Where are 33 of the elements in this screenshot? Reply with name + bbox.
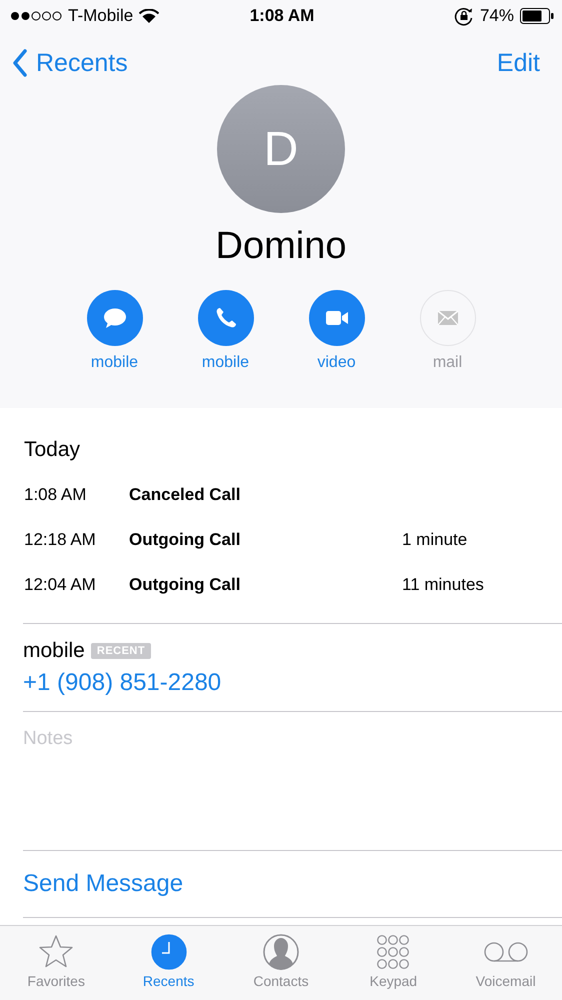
edit-button[interactable]: Edit — [496, 48, 540, 78]
avatar: D — [217, 85, 345, 213]
rotation-lock-icon — [454, 6, 474, 26]
tab[interactable]: Contacts — [230, 926, 331, 1000]
wifi-icon — [139, 8, 160, 24]
phone-label: mobile — [23, 639, 85, 663]
tab[interactable]: Recents — [118, 926, 219, 1000]
call-time: 12:04 AM — [24, 574, 97, 594]
call-time: 12:18 AM — [24, 530, 97, 550]
signal-icon — [10, 11, 62, 21]
call-type: Canceled Call — [129, 484, 242, 504]
tab[interactable]: Favorites — [6, 926, 106, 1000]
call-duration: 11 minutes — [402, 574, 484, 594]
star-icon — [38, 934, 74, 970]
call-time: 1:08 AM — [24, 484, 88, 504]
section-heading: Today — [24, 438, 82, 462]
status-time: 1:08 AM — [250, 6, 314, 26]
call-type: Outgoing Call — [129, 530, 242, 550]
call-type: Outgoing Call — [129, 574, 242, 594]
tab[interactable]: Keypad — [343, 926, 444, 1000]
back-button[interactable]: Recents — [12, 48, 128, 78]
battery-percent: 74% — [480, 6, 514, 26]
person-icon — [262, 934, 299, 970]
contact-name: Domino — [216, 225, 346, 268]
battery-icon — [520, 8, 554, 24]
keypad-icon — [375, 934, 412, 970]
clock-icon — [150, 934, 187, 970]
send-message-link[interactable]: Send Message — [23, 870, 184, 898]
tab[interactable]: Voicemail — [456, 926, 556, 1000]
phone-number-link[interactable]: +1 (908) 851-2280 — [23, 669, 562, 697]
carrier-name: T-Mobile — [68, 6, 134, 26]
call-duration: 1 minute — [402, 530, 468, 550]
back-chevron-icon — [12, 49, 28, 77]
